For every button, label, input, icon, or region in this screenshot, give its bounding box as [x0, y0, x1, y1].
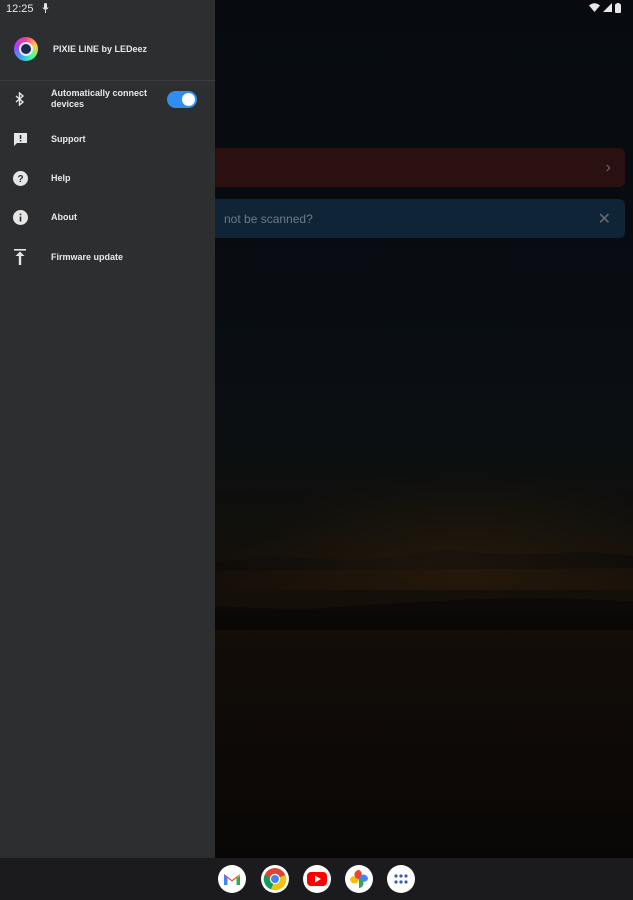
navigation-drawer: PIXIE LINE by LEDeez Automatically conne… [0, 0, 215, 858]
menu-item-label: About [51, 211, 77, 222]
app-drawer-icon[interactable] [387, 865, 415, 893]
microphone-icon [41, 2, 49, 16]
photos-icon[interactable] [345, 865, 373, 893]
taskbar-dock [0, 858, 633, 900]
battery-icon [615, 2, 621, 16]
auto-connect-toggle[interactable] [167, 91, 197, 108]
menu-item-help[interactable]: ? Help [0, 159, 215, 197]
bluetooth-icon [12, 91, 28, 107]
signal-icon [603, 3, 612, 15]
menu-item-label: Help [51, 172, 71, 183]
help-icon: ? [12, 170, 28, 186]
menu-item-label: Automatically connect devices [51, 88, 148, 109]
menu-item-firmware-update[interactable]: Firmware update [0, 238, 215, 276]
menu-item-about[interactable]: About [0, 198, 215, 236]
info-icon [12, 209, 28, 225]
gmail-icon[interactable] [218, 865, 246, 893]
upload-icon [12, 249, 28, 265]
feedback-icon [12, 131, 28, 147]
menu-item-support[interactable]: Support [0, 120, 215, 158]
menu-item-label: Firmware update [51, 251, 124, 262]
svg-text:?: ? [17, 174, 23, 185]
toggle-knob [182, 93, 195, 106]
youtube-icon[interactable] [303, 865, 331, 893]
app-logo-icon [14, 37, 38, 61]
wifi-icon [589, 3, 600, 15]
menu-item-label: Support [51, 133, 86, 144]
status-time: 12:25 [6, 3, 34, 15]
drawer-header: PIXIE LINE by LEDeez [0, 30, 215, 81]
app-name: PIXIE LINE by LEDeez [53, 44, 148, 54]
chrome-icon[interactable] [261, 865, 289, 893]
status-bar: 12:25 [0, 0, 633, 18]
